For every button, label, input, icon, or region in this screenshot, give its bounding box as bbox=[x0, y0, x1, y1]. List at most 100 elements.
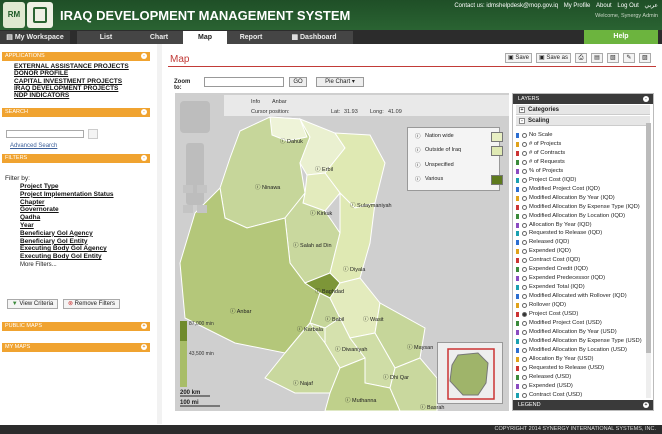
radio-icon[interactable] bbox=[522, 276, 527, 282]
radio-icon[interactable] bbox=[522, 168, 527, 174]
scaling-option[interactable]: Modified Project Cost (IQD) bbox=[516, 186, 600, 192]
help-button[interactable]: Help bbox=[584, 30, 658, 44]
scaling-option[interactable]: Modified Allocation By Expense Type (USD… bbox=[516, 338, 642, 344]
place-label[interactable]: ⓘ Najaf bbox=[293, 379, 313, 387]
advanced-search-link[interactable]: Advanced Search bbox=[10, 143, 57, 149]
image-icon[interactable]: ▨ bbox=[638, 53, 651, 63]
panel-splitter[interactable] bbox=[157, 44, 162, 424]
scaling-option[interactable]: Released (USD) bbox=[516, 374, 571, 380]
place-label[interactable]: ⓘ Erbil bbox=[315, 165, 333, 173]
radio-icon[interactable] bbox=[522, 329, 527, 335]
export-icon[interactable]: ▤ bbox=[590, 53, 603, 63]
layers-scrollbar[interactable] bbox=[646, 123, 651, 398]
radio-icon[interactable] bbox=[522, 222, 527, 228]
scaling-option[interactable]: No Scale bbox=[516, 132, 553, 138]
print-icon[interactable]: ⎙ bbox=[574, 53, 587, 63]
radio-icon[interactable] bbox=[522, 294, 527, 300]
tab-list[interactable]: List bbox=[77, 31, 135, 44]
zoom-to-input[interactable] bbox=[204, 77, 284, 87]
tab-chart[interactable]: Chart bbox=[135, 31, 183, 44]
radio-icon[interactable] bbox=[522, 347, 527, 353]
filter-governorate[interactable]: Governorate bbox=[2, 206, 150, 214]
place-label[interactable]: ⓘ Baghdad bbox=[315, 287, 344, 295]
app-link-development[interactable]: IRAQ DEVELOPMENT PROJECTS bbox=[2, 85, 150, 92]
radio-icon[interactable] bbox=[522, 177, 527, 183]
tab-my-workspace[interactable]: ▤ My Workspace bbox=[0, 31, 70, 44]
place-label[interactable]: ⓘ Maysan bbox=[407, 343, 433, 351]
radio-icon[interactable] bbox=[522, 312, 527, 317]
filter-implementation-status[interactable]: Project Implementation Status bbox=[2, 191, 150, 199]
my-profile-link[interactable]: My Profile bbox=[564, 3, 591, 9]
about-link[interactable]: About bbox=[596, 3, 612, 9]
chart-type-select[interactable]: Pie Chart ▾ bbox=[316, 77, 364, 87]
place-label[interactable]: ⓘ Kirkuk bbox=[310, 209, 332, 217]
scaling-option[interactable]: # of Requests bbox=[516, 159, 565, 165]
filter-qadha[interactable]: Qadha bbox=[2, 214, 150, 222]
radio-icon[interactable] bbox=[522, 365, 527, 371]
radio-icon[interactable] bbox=[522, 258, 527, 264]
scroll-thumb[interactable] bbox=[646, 123, 651, 353]
radio-icon[interactable] bbox=[522, 133, 527, 138]
pdf-icon[interactable]: ▧ bbox=[606, 53, 619, 63]
scaling-option[interactable]: Modified Allocation By Location (IQD) bbox=[516, 213, 625, 219]
place-label[interactable]: ⓘ Dhi Qar bbox=[383, 373, 409, 381]
arabic-link[interactable]: عربي bbox=[644, 3, 658, 9]
scaling-option[interactable]: Requested to Release (IQD) bbox=[516, 230, 602, 237]
scaling-option[interactable]: Modified Allocation By Location (USD) bbox=[516, 347, 627, 353]
place-label[interactable]: ⓘ Basrah bbox=[420, 403, 444, 411]
categories-section[interactable]: + Categories bbox=[516, 105, 650, 115]
go-button[interactable]: GO bbox=[289, 77, 307, 87]
filter-executing-entity[interactable]: Executing Body GoI Entity bbox=[2, 253, 150, 261]
place-label[interactable]: ⓘ Dahuk bbox=[280, 137, 303, 145]
scaling-option[interactable]: Expended (IQD) bbox=[516, 248, 571, 255]
radio-icon[interactable] bbox=[522, 383, 527, 389]
scaling-option[interactable]: Modified Allocated with Rollover (IQD) bbox=[516, 293, 627, 300]
scaling-option[interactable]: Modified Allocation By Year (IQD) bbox=[516, 195, 615, 201]
scaling-section[interactable]: - Scaling bbox=[516, 116, 650, 126]
radio-icon[interactable] bbox=[522, 204, 527, 210]
contact-link[interactable]: Contact us: idmshelpdesk@mop.gov.iq bbox=[454, 3, 558, 9]
place-label[interactable]: ⓘ Diwaniyah bbox=[335, 345, 367, 353]
view-criteria-button[interactable]: ▼ View Criteria bbox=[7, 299, 58, 309]
place-label[interactable]: ⓘ Wasit bbox=[363, 315, 384, 323]
place-label[interactable]: ⓘ Ninawa bbox=[255, 183, 280, 191]
scaling-option[interactable]: # of Projects bbox=[516, 141, 561, 147]
scaling-option[interactable]: Modified Allocation By Expense Type (IQD… bbox=[516, 204, 640, 210]
radio-icon[interactable] bbox=[522, 303, 527, 309]
scaling-option[interactable]: Expended Predecessor (IQD) bbox=[516, 275, 605, 282]
radio-icon[interactable] bbox=[522, 374, 527, 380]
scaling-option[interactable]: Contract Cost (USD) bbox=[516, 392, 582, 398]
scaling-option[interactable]: Modified Project Cost (USD) bbox=[516, 320, 602, 326]
radio-icon[interactable] bbox=[522, 267, 527, 273]
place-label[interactable]: ⓘ Sulaymaniyah bbox=[350, 201, 392, 209]
radio-icon[interactable] bbox=[522, 392, 527, 398]
scaling-option[interactable]: Project Cost (USD) bbox=[516, 311, 578, 317]
radio-icon[interactable] bbox=[522, 186, 527, 192]
scaling-option[interactable]: Allocation By Year (USD) bbox=[516, 356, 593, 362]
app-link-external[interactable]: EXTERNAL ASSISTANCE PROJECTS bbox=[2, 63, 150, 70]
radio-icon[interactable] bbox=[522, 320, 527, 326]
place-label[interactable]: ⓘ Muthanna bbox=[345, 396, 377, 404]
applications-header[interactable]: APPLICATIONS - bbox=[2, 52, 150, 61]
radio-icon[interactable] bbox=[522, 285, 527, 291]
scaling-option[interactable]: Released (IQD) bbox=[516, 239, 569, 246]
tab-report[interactable]: Report bbox=[227, 31, 275, 44]
remove-filters-button[interactable]: ⊗ Remove Filters bbox=[63, 299, 120, 309]
filter-project-type[interactable]: Project Type bbox=[2, 183, 150, 191]
radio-icon[interactable] bbox=[522, 231, 527, 237]
app-link-ndp[interactable]: NDP INDICATORS bbox=[2, 92, 150, 99]
scaling-option[interactable]: Modified Allocation By Year (USD) bbox=[516, 329, 617, 335]
scaling-option[interactable]: Allocation By Year (IQD) bbox=[516, 222, 592, 228]
place-label[interactable]: ⓘ Babil bbox=[325, 315, 344, 323]
search-button[interactable] bbox=[88, 129, 98, 139]
radio-icon[interactable] bbox=[522, 249, 527, 255]
my-maps-header[interactable]: MY MAPS + bbox=[2, 343, 150, 352]
scaling-option[interactable]: Project Cost (IQD) bbox=[516, 177, 576, 183]
logout-link[interactable]: Log Out bbox=[617, 3, 638, 9]
scaling-option[interactable]: # of Contracts bbox=[516, 150, 565, 156]
more-filters-link[interactable]: More Filters... bbox=[2, 261, 150, 269]
scaling-option[interactable]: Expended Total (IQD) bbox=[516, 284, 585, 291]
place-label[interactable]: ⓘ Anbar bbox=[230, 307, 251, 315]
radio-icon[interactable] bbox=[522, 150, 527, 156]
tab-dashboard[interactable]: ▦ Dashboard bbox=[275, 31, 353, 44]
